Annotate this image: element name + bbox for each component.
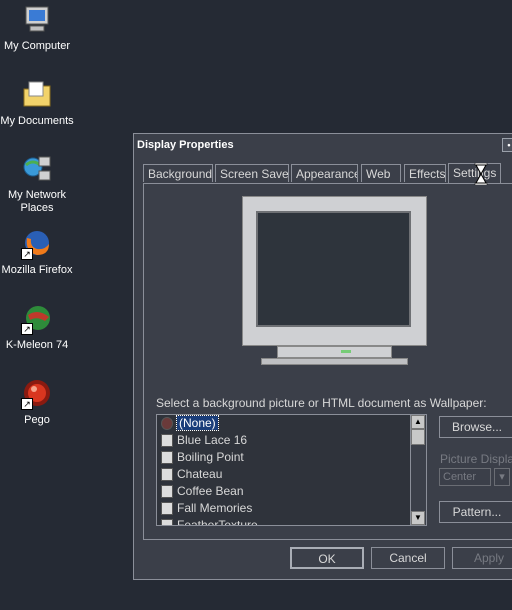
- paint-bucket-icon: [161, 434, 173, 447]
- desktop-icon-network-places[interactable]: My Network Places: [0, 153, 74, 215]
- shortcut-arrow-icon: ↗: [21, 398, 33, 410]
- desktop-icon-label: My Documents: [0, 115, 74, 127]
- hourglass-cursor-icon: [474, 162, 488, 186]
- scroll-track[interactable]: [411, 445, 425, 511]
- monitor-base: [277, 346, 392, 358]
- ok-button[interactable]: OK: [290, 547, 364, 569]
- html-document-icon: [161, 502, 173, 515]
- desktop-icon-my-documents[interactable]: My Documents: [0, 79, 74, 128]
- my-computer-icon: [21, 4, 53, 36]
- scroll-down-icon[interactable]: ▼: [411, 511, 425, 525]
- list-item[interactable]: Boiling Point: [157, 449, 426, 466]
- desktop-icon-pego[interactable]: ↗ Pego: [0, 378, 74, 427]
- tab-screen-saver[interactable]: Screen Saver: [215, 164, 289, 182]
- pego-icon: ↗: [21, 378, 53, 410]
- desktop-icon-firefox[interactable]: ↗ Mozilla Firefox: [0, 228, 74, 277]
- tab-effects[interactable]: Effects: [404, 164, 446, 182]
- desktop-icon-kmeleon[interactable]: ↗ K-Meleon 74: [0, 303, 74, 352]
- monitor-screen: [256, 211, 411, 327]
- window-title: Display Properties: [137, 139, 234, 151]
- desktop-icon-label: My Computer: [3, 40, 71, 52]
- picture-display-select[interactable]: Center: [439, 468, 491, 486]
- tab-background[interactable]: Background: [143, 164, 213, 182]
- apply-button[interactable]: Apply: [452, 547, 512, 569]
- html-document-icon: [161, 451, 173, 464]
- list-item[interactable]: (None): [157, 415, 426, 432]
- list-item[interactable]: Chateau: [157, 466, 426, 483]
- pattern-button[interactable]: Pattern...: [439, 501, 512, 523]
- cancel-button[interactable]: Cancel: [371, 547, 445, 569]
- help-button[interactable]: •: [502, 138, 512, 152]
- desktop-icon-label: K-Meleon 74: [5, 339, 69, 351]
- list-item-label: Blue Lace 16: [177, 433, 248, 447]
- scroll-up-icon[interactable]: ▲: [411, 415, 425, 429]
- wallpaper-label: Select a background picture or HTML docu…: [156, 396, 487, 410]
- list-scrollbar[interactable]: ▲ ▼: [410, 415, 426, 525]
- shortcut-arrow-icon: ↗: [21, 248, 33, 260]
- list-item-label: Coffee Bean: [177, 484, 244, 498]
- list-item-label: Boiling Point: [177, 450, 244, 464]
- browse-button[interactable]: Browse...: [439, 416, 512, 438]
- firefox-icon: ↗: [21, 228, 53, 260]
- dropdown-arrow-icon[interactable]: ▾: [494, 468, 510, 486]
- shortcut-arrow-icon: ↗: [21, 323, 33, 335]
- desktop-icon-label-line2: Places: [20, 202, 54, 214]
- list-item-label: Fall Memories: [177, 501, 253, 515]
- network-places-icon: [21, 153, 53, 185]
- list-item[interactable]: Coffee Bean: [157, 483, 426, 500]
- html-document-icon: [161, 468, 173, 481]
- desktop-icon-label-line1: My Network: [7, 189, 67, 201]
- list-item-label: FeatherTexture: [177, 518, 258, 526]
- my-documents-icon: [21, 79, 53, 111]
- list-item-label: (None): [176, 415, 219, 431]
- none-icon: [161, 417, 173, 430]
- scroll-thumb[interactable]: [411, 429, 425, 445]
- tab-appearance[interactable]: Appearance: [291, 164, 358, 182]
- list-item[interactable]: Blue Lace 16: [157, 432, 426, 449]
- picture-display-label: Picture Display:: [440, 452, 512, 466]
- paint-bucket-icon: [161, 519, 173, 525]
- tab-web[interactable]: Web: [361, 164, 401, 182]
- desktop-icon-label: Pego: [24, 414, 50, 426]
- list-item-label: Chateau: [177, 467, 223, 481]
- wallpaper-list[interactable]: (None) Blue Lace 16 Boiling Point Chatea…: [156, 414, 427, 526]
- list-item[interactable]: FeatherTexture: [157, 517, 426, 526]
- monitor-preview: [242, 196, 427, 346]
- monitor-stand: [261, 358, 408, 365]
- paint-bucket-icon: [161, 485, 173, 498]
- list-item[interactable]: Fall Memories: [157, 500, 426, 517]
- desktop-icon-label: Mozilla Firefox: [1, 264, 73, 276]
- display-properties-window: Display Properties • Background Screen S…: [133, 133, 512, 580]
- power-led: [341, 350, 351, 353]
- title-bar[interactable]: Display Properties •: [134, 134, 512, 156]
- kmeleon-icon: ↗: [21, 303, 53, 335]
- desktop-icon-my-computer[interactable]: My Computer: [0, 4, 74, 53]
